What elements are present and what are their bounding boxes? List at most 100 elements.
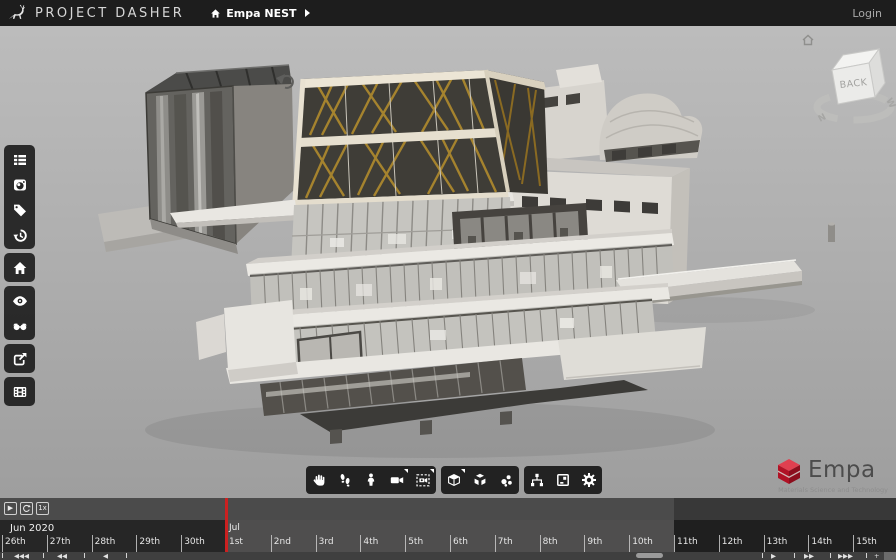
- camera-icon: [389, 472, 405, 488]
- timeline-speed-button[interactable]: 1x: [36, 502, 49, 515]
- timeline-day-tick: [136, 535, 137, 552]
- sidebar-xray-button[interactable]: [4, 313, 35, 338]
- timeline-band-segment: [674, 520, 896, 552]
- empa-wordmark: Empa: [808, 457, 876, 483]
- loop-icon: [22, 504, 31, 513]
- submenu-indicator-icon: [430, 469, 434, 473]
- walk-icon: [337, 472, 353, 488]
- forward-speed-mark[interactable]: +: [874, 552, 879, 560]
- sidebar-share-button[interactable]: [4, 346, 35, 371]
- history-icon: [12, 227, 28, 243]
- submenu-indicator-icon: [404, 469, 408, 473]
- timeline-day-label: 27th: [50, 537, 71, 547]
- timeline-day-tick: [584, 535, 585, 552]
- scrub-separator: [794, 553, 795, 558]
- forward-speed-mark[interactable]: ▶: [771, 552, 776, 560]
- timeline-day-tick: [450, 535, 451, 552]
- scrub-handle[interactable]: [636, 553, 663, 558]
- toolbar-first-person-button[interactable]: [358, 466, 384, 494]
- timeline-date-band[interactable]: Jun 202026th27th28th29th30th1stJul2nd3rd…: [0, 520, 896, 552]
- sidebar-show-button[interactable]: [4, 288, 35, 313]
- timeline: ▶ 1x Jun 202026th27th28th29th30th1stJul2…: [0, 498, 896, 560]
- timeline-day-label: 28th: [95, 537, 116, 547]
- properties-icon: [555, 472, 571, 488]
- scrub-separator: [866, 553, 867, 558]
- sidebar-home-view-button[interactable]: [4, 255, 35, 280]
- timeline-month-change-label: Jul: [229, 523, 240, 533]
- rewind-speed-mark[interactable]: ◀◀: [57, 552, 67, 560]
- timeline-day-label: 13th: [767, 537, 788, 547]
- timeline-play-button[interactable]: ▶: [4, 502, 17, 515]
- breadcrumb[interactable]: Empa NEST: [210, 7, 309, 20]
- timeline-day-tick: [629, 535, 630, 552]
- tags-icon: [12, 202, 28, 218]
- toolbar-explode-button[interactable]: [493, 466, 519, 494]
- toolbar-model-structure-button[interactable]: [524, 466, 550, 494]
- forward-speed-mark[interactable]: ▶▶: [804, 552, 814, 560]
- breadcrumb-caret-icon[interactable]: [305, 9, 310, 17]
- timeline-day-label: 7th: [498, 537, 513, 547]
- viewport-3d[interactable]: [0, 26, 896, 498]
- left-sidebar: [4, 145, 35, 406]
- toolbar-walk-button[interactable]: [332, 466, 358, 494]
- timeline-day-label: 12th: [722, 537, 743, 547]
- timeline-top-segment: [0, 498, 674, 520]
- timeline-day-tick: [405, 535, 406, 552]
- toolbar-section-button[interactable]: [441, 466, 467, 494]
- toolbar-explode-box-button[interactable]: [467, 466, 493, 494]
- timeline-day-label: 3rd: [319, 537, 334, 547]
- rewind-speed-mark[interactable]: ◀◀◀: [14, 552, 29, 560]
- timeline-top-segment: [674, 498, 896, 520]
- sidebar-group: [4, 253, 35, 282]
- timeline-day-tick: [495, 535, 496, 552]
- timeline-day-label: 6th: [453, 537, 468, 547]
- toolbar-pan-button[interactable]: [306, 466, 332, 494]
- timeline-day-label: 26th: [5, 537, 26, 547]
- timeline-loop-button[interactable]: [20, 502, 33, 515]
- viewcube-home-icon[interactable]: [803, 36, 813, 45]
- timeline-day-label: 1st: [229, 537, 243, 547]
- xray-icon: [12, 318, 28, 334]
- timeline-playback-controls: ▶ 1x: [4, 502, 49, 515]
- scrub-corner-button[interactable]: [884, 552, 896, 560]
- breadcrumb-project: Empa NEST: [226, 7, 296, 20]
- timeline-day-label: 14th: [811, 537, 832, 547]
- timeline-speed-track[interactable]: ◀◀◀◀◀◀▶▶▶▶▶▶+: [0, 552, 896, 560]
- sidebar-sensors-button[interactable]: [4, 172, 35, 197]
- timeline-day-tick: [674, 535, 675, 552]
- first-person-icon: [363, 472, 379, 488]
- toolbar-properties-button[interactable]: [550, 466, 576, 494]
- home-view-icon: [12, 260, 28, 276]
- toolbar-group: [441, 466, 519, 494]
- timeline-day-tick: [181, 535, 182, 552]
- toolbar-camera-button[interactable]: [384, 466, 410, 494]
- toolbar-target-camera-button[interactable]: [410, 466, 436, 494]
- sidebar-group: [4, 344, 35, 373]
- toolbar-settings-button[interactable]: [576, 466, 602, 494]
- forward-speed-mark[interactable]: ▶▶▶: [838, 552, 853, 560]
- sidebar-group: [4, 377, 35, 406]
- app-title: PROJECT DASHER: [35, 6, 184, 21]
- animations-icon: [12, 384, 28, 400]
- empa-logo: Empa Materials Science and Technology: [776, 457, 888, 494]
- timeline-day-label: 15th: [856, 537, 877, 547]
- viewcube[interactable]: BACK N W: [796, 30, 896, 125]
- sidebar-group: [4, 145, 35, 249]
- submenu-indicator-icon: [461, 469, 465, 473]
- rewind-speed-mark[interactable]: ◀: [103, 552, 108, 560]
- scrub-separator: [2, 553, 3, 558]
- scrub-separator: [830, 553, 831, 558]
- sidebar-tags-button[interactable]: [4, 197, 35, 222]
- timeline-day-tick: [808, 535, 809, 552]
- timeline-playhead[interactable]: [225, 498, 228, 552]
- scrub-separator: [762, 553, 763, 558]
- timeline-month-label: Jun 2020: [10, 523, 54, 534]
- sidebar-list-button[interactable]: [4, 147, 35, 172]
- timeline-day-label: 29th: [139, 537, 160, 547]
- sensors-icon: [12, 177, 28, 193]
- login-link[interactable]: Login: [852, 7, 882, 20]
- sidebar-animations-button[interactable]: [4, 379, 35, 404]
- sidebar-history-button[interactable]: [4, 222, 35, 247]
- target-camera-icon: [415, 472, 431, 488]
- timeline-day-tick: [719, 535, 720, 552]
